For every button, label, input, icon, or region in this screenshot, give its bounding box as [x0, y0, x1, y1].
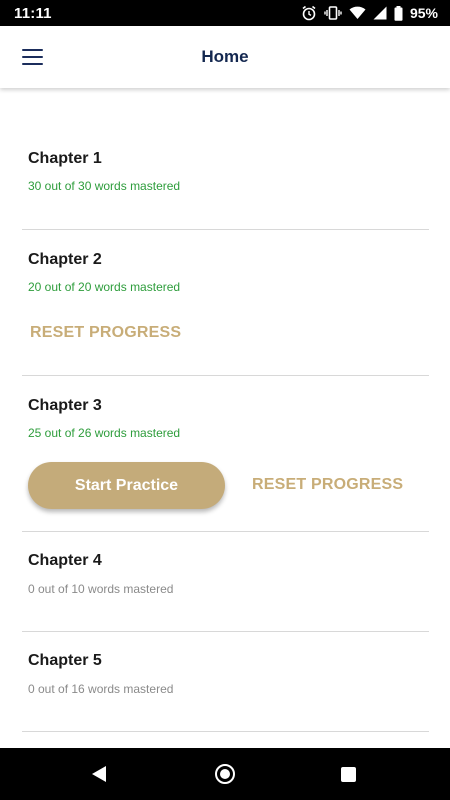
start-practice-button[interactable]: Start Practice — [28, 462, 225, 509]
wifi-icon — [349, 6, 366, 20]
reset-progress-button[interactable]: RESET PROGRESS — [252, 476, 403, 494]
status-time: 11:11 — [14, 4, 52, 22]
status-icons: 95% — [301, 5, 438, 21]
alarm-icon — [301, 5, 317, 21]
chapter-list[interactable]: Chapter 1 30 out of 30 words mastered Ch… — [0, 88, 450, 748]
battery-percent: 95% — [409, 5, 438, 21]
chapter-progress: 0 out of 16 words mastered — [28, 682, 174, 696]
chapter-title: Chapter 4 — [28, 552, 102, 569]
app-bar: Home — [0, 26, 450, 88]
chapter-progress: 0 out of 10 words mastered — [28, 582, 174, 596]
battery-icon — [394, 5, 403, 21]
vibrate-icon — [324, 5, 342, 21]
chapter-progress: 20 out of 20 words mastered — [28, 280, 181, 294]
cell-signal-icon — [373, 6, 387, 20]
chapter-card-4[interactable]: Chapter 4 0 out of 10 words mastered — [22, 532, 429, 632]
status-bar: 11:11 95% — [0, 0, 450, 26]
reset-progress-button[interactable]: RESET PROGRESS — [30, 324, 181, 342]
recent-apps-icon[interactable] — [341, 767, 356, 782]
chapter-title: Chapter 2 — [28, 251, 102, 268]
chapter-title: Chapter 3 — [28, 397, 102, 414]
chapter-progress: 30 out of 30 words mastered — [28, 179, 181, 193]
home-icon[interactable] — [215, 764, 235, 784]
chapter-title: Chapter 5 — [28, 652, 102, 669]
chapter-title: Chapter 1 — [28, 150, 102, 167]
back-icon[interactable] — [90, 765, 108, 788]
chapter-card-1[interactable]: Chapter 1 30 out of 30 words mastered — [22, 130, 429, 230]
chapter-progress: 25 out of 26 words mastered — [28, 426, 181, 440]
menu-icon[interactable] — [22, 44, 48, 70]
chapter-card-3[interactable]: Chapter 3 25 out of 26 words mastered St… — [22, 376, 429, 532]
system-nav-bar — [0, 748, 450, 800]
page-title: Home — [201, 47, 249, 66]
chapter-card-5[interactable]: Chapter 5 0 out of 16 words mastered — [22, 632, 429, 732]
chapter-card-2[interactable]: Chapter 2 20 out of 20 words mastered RE… — [22, 230, 429, 376]
